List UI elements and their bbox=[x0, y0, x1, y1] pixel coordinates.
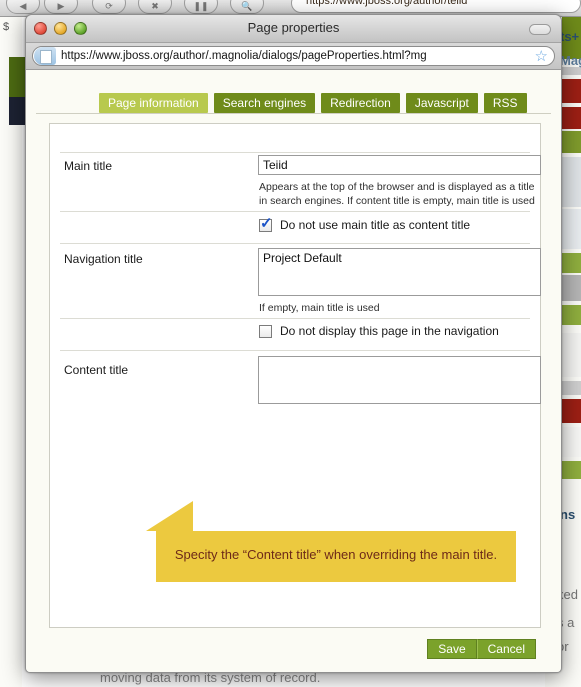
cancel-button[interactable]: Cancel bbox=[476, 639, 536, 659]
save-button[interactable]: Save bbox=[427, 639, 477, 659]
star-icon[interactable]: ☆ bbox=[535, 49, 548, 64]
background-chip bbox=[562, 427, 581, 457]
background-chip bbox=[562, 131, 581, 153]
background-text-fragment: Mag bbox=[560, 53, 581, 68]
navigation-title-hint: If empty, main title is used bbox=[259, 302, 380, 314]
tab-search-engines[interactable]: Search engines bbox=[213, 93, 316, 113]
background-chip bbox=[562, 333, 581, 377]
tab-label: Redirection bbox=[330, 96, 391, 110]
row-divider bbox=[60, 211, 530, 212]
tab-strip: Page information Search engines Redirect… bbox=[26, 93, 561, 115]
navigation-checkbox-row[interactable]: Do not display this page in the navigati… bbox=[259, 324, 499, 338]
background-chip bbox=[562, 79, 581, 103]
tab-underline bbox=[36, 113, 551, 114]
row-divider bbox=[60, 318, 530, 319]
callout-text: Specity the “Content title” when overrid… bbox=[174, 547, 498, 562]
dialog-footer: Save Cancel bbox=[26, 639, 561, 663]
tab-label: Javascript bbox=[414, 96, 469, 110]
background-chip bbox=[562, 209, 581, 249]
url-field[interactable]: https://www.jboss.org/author/.magnolia/d… bbox=[32, 46, 555, 66]
background-chip bbox=[562, 305, 581, 325]
back-icon-glyph: ◀ bbox=[19, 1, 27, 11]
background-chip bbox=[562, 157, 581, 207]
background-chip bbox=[562, 381, 581, 395]
navigation-title-label: Navigation title bbox=[64, 252, 143, 266]
tab-redirection[interactable]: Redirection bbox=[321, 93, 400, 113]
background-url-text: https://www.jboss.org/author/teiid bbox=[306, 0, 468, 7]
row-divider bbox=[60, 152, 530, 153]
tab-list: Page information Search engines Redirect… bbox=[99, 93, 527, 113]
navigation-title-input[interactable] bbox=[258, 248, 541, 296]
background-chip bbox=[562, 461, 581, 479]
do-not-display-page-checkbox[interactable] bbox=[259, 324, 272, 338]
row-divider bbox=[60, 350, 530, 351]
tab-label: RSS bbox=[492, 96, 518, 110]
callout-tooltip: Specity the “Content title” when overrid… bbox=[156, 531, 516, 582]
main-title-input[interactable] bbox=[258, 155, 541, 175]
background-chip bbox=[562, 253, 581, 273]
reload-icon-glyph: ⟳ bbox=[105, 1, 113, 11]
background-chip bbox=[562, 67, 581, 75]
background-chip bbox=[562, 275, 581, 301]
forward-icon-glyph: ▶ bbox=[57, 1, 65, 11]
main-title-hint: Appears at the top of the browser and is… bbox=[259, 181, 535, 208]
page-properties-window: Page properties https://www.jboss.org/au… bbox=[25, 14, 562, 673]
window-title: Page properties bbox=[247, 20, 340, 35]
main-title-checkbox-row[interactable]: Do not use main title as content title bbox=[259, 216, 471, 232]
dialog-body: Page information Search engines Redirect… bbox=[26, 70, 561, 672]
dialog-button-group: Save Cancel bbox=[427, 639, 536, 659]
background-text-fragment: ns bbox=[560, 507, 576, 522]
background-chip bbox=[562, 107, 581, 129]
tab-label: Page information bbox=[108, 96, 199, 110]
stop-icon-glyph: ✖ bbox=[151, 1, 159, 11]
background-url-bar[interactable]: https://www.jboss.org/author/teiid bbox=[291, 0, 581, 13]
window-title-bar[interactable]: Page properties bbox=[26, 15, 561, 43]
do-not-use-main-title-checkbox[interactable] bbox=[259, 216, 273, 232]
tab-javascript[interactable]: Javascript bbox=[405, 93, 478, 113]
location-bar: https://www.jboss.org/author/.magnolia/d… bbox=[26, 43, 561, 70]
url-text: https://www.jboss.org/author/.magnolia/d… bbox=[61, 50, 427, 62]
main-title-label: Main title bbox=[64, 159, 113, 173]
background-chip bbox=[562, 399, 581, 423]
callout-tail bbox=[146, 501, 193, 531]
screen: ◀ ▶ ⟳ ✖ ❚❚ 🔍 https://www.jboss.org/autho… bbox=[0, 0, 581, 687]
search-icon-glyph: 🔍 bbox=[241, 1, 253, 11]
tab-rss[interactable]: RSS bbox=[483, 93, 527, 113]
content-title-label: Content title bbox=[64, 363, 129, 377]
background-text-fragment: ts+ bbox=[560, 29, 580, 44]
save-button-label: Save bbox=[438, 642, 466, 656]
document-icon bbox=[34, 47, 56, 65]
do-not-use-main-title-label: Do not use main title as content title bbox=[280, 218, 471, 232]
toolbar-toggle-button[interactable] bbox=[529, 24, 551, 35]
content-title-input[interactable] bbox=[258, 356, 541, 404]
row-divider bbox=[60, 243, 530, 244]
cancel-button-label: Cancel bbox=[487, 642, 525, 656]
background-dollar-text: $ bbox=[3, 21, 10, 33]
pause-icon-glyph: ❚❚ bbox=[193, 1, 209, 11]
tab-label: Search engines bbox=[222, 96, 307, 110]
do-not-display-page-label: Do not display this page in the navigati… bbox=[280, 324, 499, 338]
tab-page-information[interactable]: Page information bbox=[99, 93, 208, 113]
